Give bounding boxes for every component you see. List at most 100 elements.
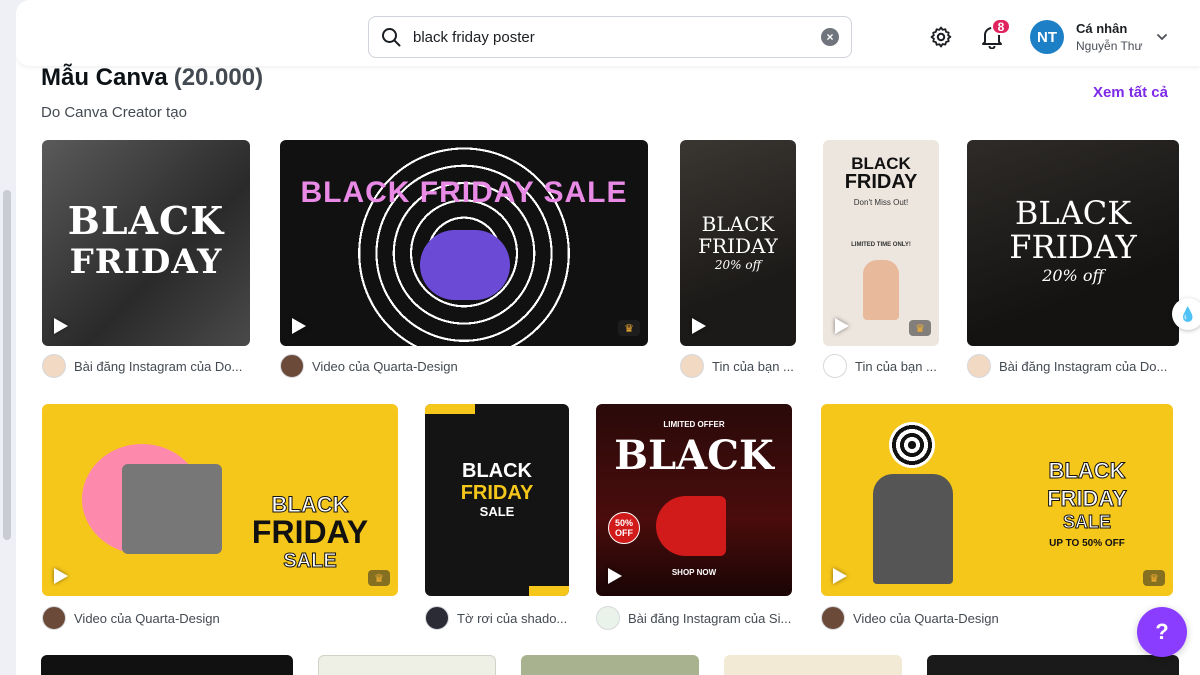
page-scrollbar[interactable]: [3, 190, 11, 540]
assistant-side-tab[interactable]: 💧: [1172, 298, 1200, 330]
thumb-text: FRIDAY: [460, 482, 534, 504]
creator-avatar: [967, 354, 991, 378]
template-thumbnail[interactable]: BLACK FRIDAY SALE ♛: [42, 404, 398, 596]
thumb-text: LIMITED OFFER: [663, 420, 725, 429]
thumb-text: SALE: [283, 550, 337, 573]
template-card[interactable]: BLACK FRIDAY SALE ♛ Video của Quarta-Des…: [280, 140, 650, 380]
template-thumbnail-peek[interactable]: [927, 655, 1179, 675]
thumb-text: BLACK: [701, 212, 775, 236]
template-thumbnail[interactable]: BLACK FRIDAY SALE ♛: [280, 140, 648, 346]
template-card[interactable]: BLACK FRIDAY 20% off Tin của bạn ...: [680, 140, 798, 380]
creator-avatar: [823, 354, 847, 378]
thumb-text: SALE: [1062, 512, 1111, 533]
play-icon: [692, 318, 706, 334]
template-thumbnail-peek[interactable]: [724, 655, 902, 675]
play-icon: [292, 318, 306, 334]
template-meta: Tin của bạn ...: [680, 354, 798, 378]
settings-button[interactable]: [926, 22, 956, 52]
template-label[interactable]: Tin của bạn ...: [855, 359, 937, 374]
template-meta: Video của Quarta-Design: [280, 354, 650, 378]
template-label[interactable]: Tin của bạn ...: [712, 359, 794, 374]
template-card[interactable]: LIMITED OFFER BLACK 50% OFF SHOP NOW Bài…: [596, 404, 793, 632]
notifications-button[interactable]: 8: [977, 18, 1011, 52]
thumb-graphic: [425, 404, 475, 414]
crown-icon: ♛: [368, 570, 390, 586]
template-label[interactable]: Tờ rơi của shado...: [457, 611, 567, 626]
thumb-text: SHOP NOW: [671, 568, 717, 577]
template-card[interactable]: BLACK FRIDAY SALE Tờ rơi của shado...: [425, 404, 570, 632]
template-meta: Tờ rơi của shado...: [425, 606, 570, 630]
template-meta: Bài đăng Instagram của Do...: [967, 354, 1179, 378]
see-all-link[interactable]: Xem tất cả: [1093, 84, 1168, 101]
template-thumbnail[interactable]: BLACK FRIDAY: [42, 140, 250, 346]
account-title[interactable]: Cá nhân: [1076, 21, 1127, 36]
thumb-text: 20% off: [1042, 266, 1104, 285]
template-thumbnail[interactable]: BLACK FRIDAY SALE: [425, 404, 569, 596]
thumb-text: BLACK: [614, 432, 774, 479]
chevron-down-icon[interactable]: [1155, 30, 1169, 44]
template-label[interactable]: Video của Quarta-Design: [312, 359, 458, 374]
template-meta: Video của Quarta-Design: [821, 606, 1173, 630]
thumb-text: BLACK FRIDAY SALE: [300, 176, 628, 209]
thumb-graphic: [529, 586, 569, 596]
section-subtitle: Do Canva Creator tạo: [41, 104, 187, 121]
section-title-text: Mẫu Canva: [41, 64, 168, 91]
avatar[interactable]: NT: [1030, 20, 1064, 54]
template-thumbnail[interactable]: BLACK FRIDAY SALE UP TO 50% OFF ♛: [821, 404, 1173, 596]
creator-avatar: [596, 606, 620, 630]
template-label[interactable]: Bài đăng Instagram của Do...: [74, 359, 242, 374]
template-card[interactable]: BLACK FRIDAY SALE ♛ Video của Quarta-Des…: [42, 404, 398, 632]
thumb-graphic: [420, 230, 510, 300]
template-thumbnail-peek[interactable]: [41, 655, 293, 675]
thumb-text: FRIDAY: [698, 234, 778, 258]
template-label[interactable]: Video của Quarta-Design: [853, 611, 999, 626]
play-icon: [54, 318, 68, 334]
section-title: Mẫu Canva (20.000): [41, 64, 263, 92]
play-icon: [833, 568, 847, 584]
template-card[interactable]: BLACK FRIDAY Don't Miss Out! LIMITED TIM…: [823, 140, 941, 380]
thumb-text: BLACK: [462, 460, 532, 482]
thumb-text: BLACK: [67, 198, 225, 243]
play-icon: [608, 568, 622, 584]
crown-icon: ♛: [1143, 570, 1165, 586]
template-card[interactable]: BLACK FRIDAY SALE UP TO 50% OFF ♛ Video …: [821, 404, 1173, 632]
search-icon: [382, 28, 401, 47]
clear-search-icon[interactable]: ×: [821, 28, 839, 46]
search-input[interactable]: black friday poster: [413, 29, 821, 46]
gear-icon: [930, 26, 952, 48]
template-thumbnail[interactable]: BLACK FRIDAY Don't Miss Out! LIMITED TIM…: [823, 140, 939, 346]
creator-avatar: [42, 354, 66, 378]
search-bar[interactable]: black friday poster ×: [368, 16, 852, 58]
creator-avatar: [821, 606, 845, 630]
template-meta: Video của Quarta-Design: [42, 606, 398, 630]
account-name[interactable]: Nguyễn Thư: [1076, 39, 1143, 53]
discount-badge: 50% OFF: [608, 512, 640, 544]
template-meta: Tin của bạn ...: [823, 354, 941, 378]
thumb-text: FRIDAY: [844, 171, 918, 193]
template-card[interactable]: BLACK FRIDAY 20% off Bài đăng Instagram …: [967, 140, 1179, 380]
thumb-graphic: [863, 260, 899, 320]
template-thumbnail[interactable]: LIMITED OFFER BLACK 50% OFF SHOP NOW: [596, 404, 792, 596]
template-label[interactable]: Video của Quarta-Design: [74, 611, 220, 626]
thumb-text: 20% off: [714, 258, 762, 272]
thumb-text: FRIDAY: [251, 514, 369, 550]
template-card[interactable]: BLACK FRIDAY Bài đăng Instagram của Do..…: [42, 140, 252, 380]
play-icon: [54, 568, 68, 584]
creator-avatar: [425, 606, 449, 630]
template-meta: Bài đăng Instagram của Si...: [596, 606, 793, 630]
help-button[interactable]: ?: [1137, 607, 1187, 657]
template-thumbnail-peek[interactable]: [521, 655, 699, 675]
creator-avatar: [280, 354, 304, 378]
template-label[interactable]: Bài đăng Instagram của Si...: [628, 611, 791, 626]
thumb-text: UP TO 50% OFF: [1049, 538, 1125, 549]
thumb-text: Don't Miss Out!: [853, 198, 909, 207]
template-label[interactable]: Bài đăng Instagram của Do...: [999, 359, 1167, 374]
thumb-text: LIMITED TIME ONLY!: [851, 242, 911, 248]
thumb-text: FRIDAY: [1009, 228, 1137, 266]
template-thumbnail[interactable]: BLACK FRIDAY 20% off: [680, 140, 796, 346]
thumb-text: FRIDAY: [69, 242, 223, 282]
droplet-icon: 💧: [1179, 305, 1197, 322]
thumb-text: FRIDAY: [1047, 486, 1128, 512]
template-thumbnail-peek[interactable]: [318, 655, 496, 675]
template-thumbnail[interactable]: BLACK FRIDAY 20% off: [967, 140, 1179, 346]
